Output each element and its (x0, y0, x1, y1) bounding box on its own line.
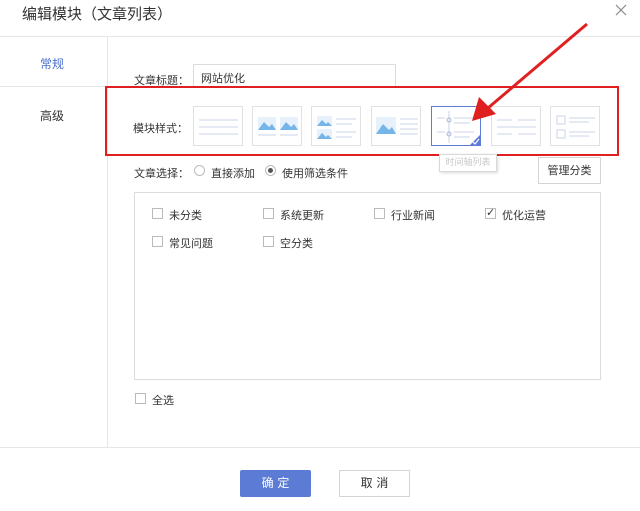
category-label[interactable]: 空分类 (280, 235, 313, 251)
category-checkbox-industry-news[interactable] (374, 208, 385, 219)
sidebar-item-general[interactable]: 常规 (40, 55, 64, 72)
radio-direct-add[interactable] (194, 165, 205, 176)
sidebar-item-advanced[interactable]: 高级 (40, 107, 64, 124)
article-select-label: 文章选择： (134, 167, 189, 180)
select-all-checkbox[interactable] (135, 393, 146, 404)
category-label[interactable]: 优化运营 (502, 207, 546, 223)
module-style-label: 模块样式： (133, 122, 188, 135)
close-icon[interactable] (613, 2, 629, 18)
category-checkbox-faq[interactable] (152, 236, 163, 247)
category-label[interactable]: 系统更新 (280, 207, 324, 223)
style-option-image-grid[interactable] (252, 106, 302, 146)
image-left-icon (317, 116, 356, 139)
style-option-image-left[interactable] (311, 106, 361, 146)
category-checkbox-uncategorized[interactable] (152, 208, 163, 219)
image-feature-icon (376, 117, 418, 135)
cancel-button[interactable]: 取 消 (339, 470, 410, 497)
style-option-text-list[interactable] (193, 106, 243, 146)
article-title-input[interactable]: 网站优化 (193, 64, 396, 88)
text-list-icon (199, 119, 238, 135)
annotation-arrow-icon (472, 22, 588, 121)
image-grid-icon (258, 117, 298, 136)
radio-use-filter-label[interactable]: 使用筛选条件 (282, 165, 348, 181)
radio-use-filter[interactable] (265, 165, 276, 176)
footer-divider (0, 447, 640, 448)
category-checkbox-optimization[interactable] (485, 206, 496, 219)
category-label[interactable]: 未分类 (169, 207, 202, 223)
select-all-label[interactable]: 全选 (152, 392, 174, 408)
category-checkbox-empty[interactable] (263, 236, 274, 247)
category-label[interactable]: 常见问题 (169, 235, 213, 251)
sidebar-divider (0, 86, 107, 87)
style-option-image-feature[interactable] (371, 106, 421, 146)
category-label[interactable]: 行业新闻 (391, 207, 435, 223)
manage-categories-button[interactable]: 管理分类 (538, 157, 601, 184)
style-tooltip: 时间轴列表 (439, 154, 497, 172)
category-checkbox-system-update[interactable] (263, 208, 274, 219)
confirm-button[interactable]: 确 定 (240, 470, 311, 497)
dialog-title: 编辑模块（文章列表） (22, 5, 173, 23)
radio-direct-add-label[interactable]: 直接添加 (211, 165, 255, 181)
